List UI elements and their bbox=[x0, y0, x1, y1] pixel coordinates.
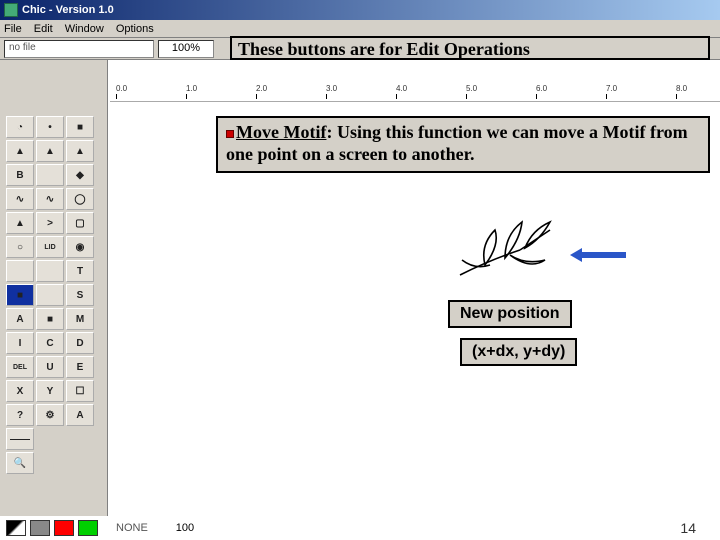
arrow-left-icon bbox=[570, 248, 626, 262]
tool-gear-icon[interactable]: ⚙ bbox=[36, 404, 64, 426]
tool-i-icon[interactable]: I bbox=[6, 332, 34, 354]
tool-color-icon[interactable]: ■ bbox=[6, 284, 34, 306]
tool-square-icon[interactable]: ■ bbox=[66, 116, 94, 138]
app-icon bbox=[4, 3, 18, 17]
tool-dot-icon[interactable]: • bbox=[36, 116, 64, 138]
file-name-field[interactable]: no file bbox=[4, 40, 154, 58]
tool-y-icon[interactable]: Y bbox=[36, 380, 64, 402]
tool-palette: ◔ • ■ ▲ ▲ ▲ B ◆ ∿ ∿ ◯ ▲ > ▢ ○ LID ◉ T ■ … bbox=[0, 60, 108, 516]
tool-triangle-icon[interactable]: ▲ bbox=[66, 140, 94, 162]
tool-help-icon[interactable]: ? bbox=[6, 404, 34, 426]
ruler-tick: 6.0 bbox=[536, 84, 547, 93]
menu-file[interactable]: File bbox=[4, 23, 22, 35]
ruler-tick: 7.0 bbox=[606, 84, 617, 93]
move-motif-description: Move Motif: Using this function we can m… bbox=[216, 116, 710, 173]
status-diag-icon[interactable] bbox=[6, 520, 26, 536]
coords-label: (x+dx, y+dy) bbox=[460, 338, 577, 366]
edit-ops-banner: These buttons are for Edit Operations bbox=[230, 36, 710, 60]
status-red-swatch[interactable] bbox=[54, 520, 74, 536]
tool-wave-icon[interactable]: ∿ bbox=[6, 188, 34, 210]
ruler-tick: 4.0 bbox=[396, 84, 407, 93]
horizontal-ruler: 0.0 1.0 2.0 3.0 4.0 5.0 6.0 7.0 8.0 bbox=[110, 84, 720, 102]
tool-pie-icon[interactable]: ◔ bbox=[6, 116, 34, 138]
page-number: 14 bbox=[680, 520, 696, 536]
window-titlebar: Chic - Version 1.0 bbox=[0, 0, 720, 20]
statusbar: NONE 100 bbox=[0, 516, 720, 540]
tool-diamond-icon[interactable]: ◆ bbox=[66, 164, 94, 186]
tool-blank[interactable] bbox=[36, 164, 64, 186]
tool-b-icon[interactable]: B bbox=[6, 164, 34, 186]
tool-line-icon[interactable]: —— bbox=[6, 428, 34, 450]
ruler-tick: 2.0 bbox=[256, 84, 267, 93]
status-green-swatch[interactable] bbox=[78, 520, 98, 536]
tool-wave-icon[interactable]: ∿ bbox=[36, 188, 64, 210]
tool-del-icon[interactable]: DEL bbox=[6, 356, 34, 378]
new-position-label: New position bbox=[448, 300, 572, 328]
tool-blank[interactable] bbox=[36, 284, 64, 306]
tool-u-icon[interactable]: U bbox=[36, 356, 64, 378]
ruler-tick: 0.0 bbox=[116, 84, 127, 93]
ruler-tick: 1.0 bbox=[186, 84, 197, 93]
menu-options[interactable]: Options bbox=[116, 23, 154, 35]
tool-arrow-icon[interactable]: > bbox=[36, 212, 64, 234]
tool-box-icon[interactable]: ☐ bbox=[66, 380, 94, 402]
tool-s-icon[interactable]: S bbox=[66, 284, 94, 306]
menu-edit[interactable]: Edit bbox=[34, 23, 53, 35]
tool-target-icon[interactable]: ◉ bbox=[66, 236, 94, 258]
move-motif-title: Move Motif bbox=[236, 122, 326, 142]
tool-zoom-icon[interactable]: 🔍 bbox=[6, 452, 34, 474]
tool-blank[interactable] bbox=[6, 260, 34, 282]
zoom-field[interactable]: 100% bbox=[158, 40, 214, 58]
tool-d-icon[interactable]: D bbox=[66, 332, 94, 354]
tool-fill-icon[interactable]: ■ bbox=[36, 308, 64, 330]
menu-window[interactable]: Window bbox=[65, 23, 104, 35]
tool-lid-icon[interactable]: LID bbox=[36, 236, 64, 258]
tool-m-icon[interactable]: M bbox=[66, 308, 94, 330]
status-none: NONE bbox=[116, 522, 148, 534]
tool-c-icon[interactable]: C bbox=[36, 332, 64, 354]
window-title: Chic - Version 1.0 bbox=[22, 4, 114, 16]
tool-circle-icon[interactable]: ◯ bbox=[66, 188, 94, 210]
ruler-tick: 5.0 bbox=[466, 84, 477, 93]
tool-text-icon[interactable]: T bbox=[66, 260, 94, 282]
tool-triangle-icon[interactable]: ▲ bbox=[6, 212, 34, 234]
bullet-icon bbox=[226, 130, 234, 138]
ruler-tick: 8.0 bbox=[676, 84, 687, 93]
tool-ring-icon[interactable]: ○ bbox=[6, 236, 34, 258]
tool-blank[interactable] bbox=[36, 260, 64, 282]
tool-rect-icon[interactable]: ▢ bbox=[66, 212, 94, 234]
tool-triangle-icon[interactable]: ▲ bbox=[6, 140, 34, 162]
tool-a-icon[interactable]: A bbox=[6, 308, 34, 330]
leaf-motif-graphic bbox=[450, 210, 570, 290]
status-grey-icon[interactable] bbox=[30, 520, 50, 536]
tool-a2-icon[interactable]: A bbox=[66, 404, 94, 426]
tool-triangle-icon[interactable]: ▲ bbox=[36, 140, 64, 162]
tool-e-icon[interactable]: E bbox=[66, 356, 94, 378]
ruler-tick: 3.0 bbox=[326, 84, 337, 93]
status-value: 100 bbox=[176, 522, 194, 534]
tool-x-icon[interactable]: X bbox=[6, 380, 34, 402]
